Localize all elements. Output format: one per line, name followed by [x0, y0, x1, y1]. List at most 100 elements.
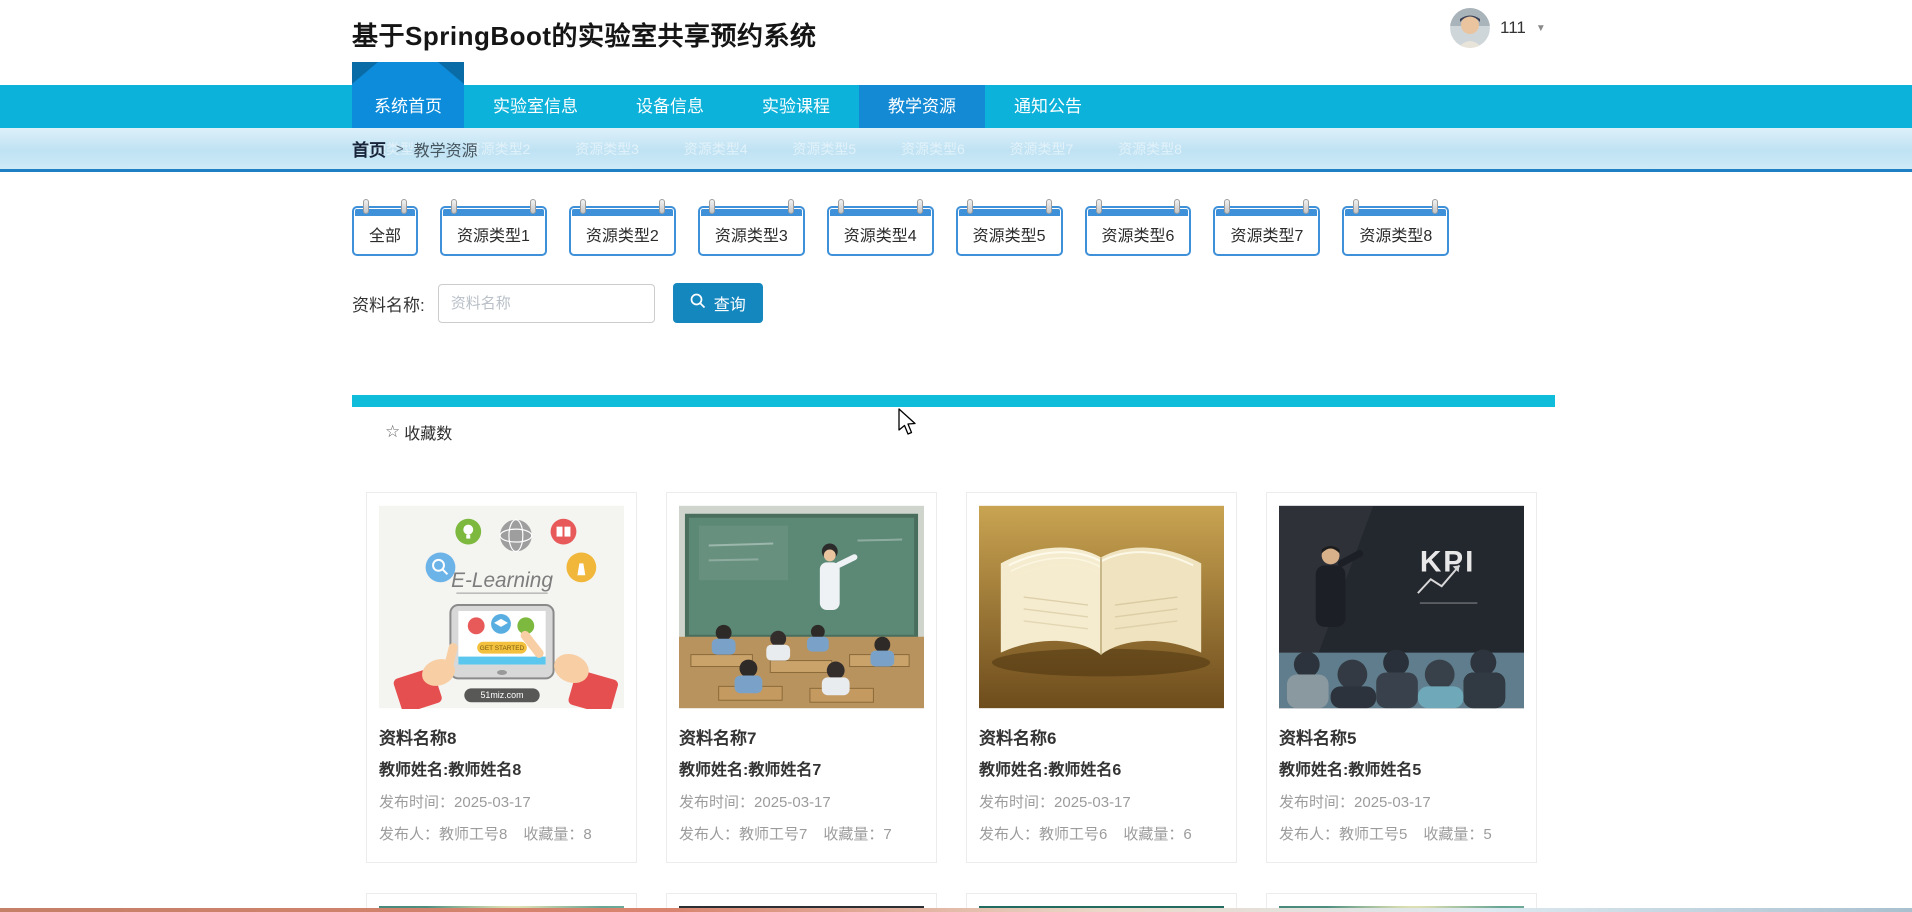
filter-button-type4[interactable]: 资源类型4 — [826, 199, 934, 256]
publisher-value: 教师工号7 — [739, 826, 808, 843]
card-teacher: 教师姓名:教师姓名5 — [1279, 762, 1422, 779]
card-teacher: 教师姓名:教师姓名8 — [379, 762, 522, 779]
card-publisher-row: 发布人：教师工号7 收藏量：7 — [679, 823, 924, 844]
filter-label: 资源类型6 — [1101, 228, 1175, 245]
publisher-label: 发布人： — [679, 826, 740, 843]
ghost-tab: 资源类型6 — [900, 140, 965, 157]
ghost-tab-strip: 资源类型1 资源类型2 资源类型3 资源类型4 资源类型5 资源类型6 资源类型… — [358, 128, 1182, 169]
publish-time-value: 2025-03-17 — [754, 794, 831, 811]
elearning-watermark: 51miz.com — [480, 690, 523, 700]
nav-tab-announcements[interactable]: 通知公告 — [985, 85, 1111, 128]
card-title: 资料名称6 — [979, 729, 1057, 748]
avatar[interactable] — [1450, 8, 1490, 48]
filter-label: 资源类型4 — [843, 228, 917, 245]
resource-card[interactable]: 资料名称6 教师姓名:教师姓名6 发布时间：2025-03-17 发布人：教师工… — [966, 492, 1237, 863]
pin-icon — [1174, 199, 1181, 214]
nav-tab-teaching-resources[interactable]: 教学资源 — [859, 85, 985, 128]
publish-time-label: 发布时间： — [379, 794, 455, 811]
pin-icon — [916, 199, 923, 214]
header: 基于SpringBoot的实验室共享预约系统 111 ▼ — [0, 0, 1912, 85]
publisher-value: 教师工号6 — [1039, 826, 1108, 843]
bottom-edge-strip — [0, 908, 1912, 912]
pin-icon — [1095, 199, 1102, 214]
query-button[interactable]: 查询 — [672, 283, 763, 323]
pin-icon — [1224, 199, 1231, 214]
pin-icon — [1353, 199, 1360, 214]
user-menu[interactable]: 111 ▼ — [1450, 8, 1546, 48]
resource-card-grid: E-Learning GET STARTED 51miz.com 资料名称8 教… — [366, 492, 1537, 912]
filter-button-type7[interactable]: 资源类型7 — [1213, 199, 1321, 256]
nav-tab-label: 系统首页 — [374, 97, 442, 116]
card-teacher: 教师姓名:教师姓名6 — [979, 762, 1122, 779]
elearning-caption: E-Learning — [451, 569, 553, 592]
breadcrumb: 首页 > 教学资源 — [352, 128, 478, 169]
search-icon — [690, 293, 706, 314]
card-image-kpi: KPI — [1279, 505, 1524, 709]
resource-card[interactable]: E-Learning GET STARTED 51miz.com 资料名称8 教… — [366, 492, 637, 863]
card-title: 资料名称7 — [679, 729, 757, 748]
breadcrumb-home-link[interactable]: 首页 — [352, 136, 386, 161]
card-title: 资料名称8 — [379, 729, 457, 748]
ghost-tab: 资源类型4 — [683, 140, 748, 157]
pin-icon — [529, 199, 536, 214]
publish-time-value: 2025-03-17 — [1054, 794, 1131, 811]
filter-button-type3[interactable]: 资源类型3 — [697, 199, 805, 256]
filter-label: 资源类型5 — [972, 228, 1046, 245]
filter-button-type6[interactable]: 资源类型6 — [1084, 199, 1192, 256]
card-image-elearning: E-Learning GET STARTED 51miz.com — [379, 505, 624, 709]
pin-icon — [1303, 199, 1310, 214]
resource-card[interactable]: KPI 资料名称5 教师姓名:教师姓名5 发布时间：2025-03-17 发布人… — [1266, 492, 1537, 863]
publisher-value: 教师工号5 — [1339, 826, 1408, 843]
search-input[interactable] — [437, 283, 655, 323]
teal-divider-bar — [352, 395, 1555, 407]
star-icon: ☆ — [385, 422, 401, 441]
pin-icon — [363, 199, 369, 214]
card-image-classroom — [679, 505, 924, 709]
publish-time-label: 发布时间： — [1279, 794, 1355, 811]
filter-label: 全部 — [369, 228, 402, 245]
breadcrumb-separator: > — [396, 141, 404, 156]
kpi-board-text: KPI — [1420, 545, 1476, 578]
card-publisher-row: 发布人：教师工号5 收藏量：5 — [1279, 823, 1524, 844]
breadcrumb-band: 资源类型1 资源类型2 资源类型3 资源类型4 资源类型5 资源类型6 资源类型… — [0, 128, 1912, 172]
pin-icon — [787, 199, 794, 214]
pin-icon — [451, 199, 458, 214]
filter-button-type2[interactable]: 资源类型2 — [568, 199, 676, 256]
card-image-book — [979, 505, 1224, 709]
pin-icon — [1432, 199, 1439, 214]
query-button-label: 查询 — [713, 297, 746, 314]
filter-label: 资源类型7 — [1230, 228, 1304, 245]
nav-tab-courses[interactable]: 实验课程 — [733, 85, 859, 128]
filter-button-type8[interactable]: 资源类型8 — [1342, 199, 1450, 256]
resource-card[interactable]: 资料名称7 教师姓名:教师姓名7 发布时间：2025-03-17 发布人：教师工… — [666, 492, 937, 863]
publisher-label: 发布人： — [979, 826, 1040, 843]
pin-icon — [837, 199, 844, 214]
sort-by-favorites[interactable]: ☆ 收藏数 — [385, 420, 452, 444]
filter-button-all[interactable]: 全部 — [352, 199, 419, 256]
favorites-value: 5 — [1483, 826, 1492, 843]
filter-label: 资源类型8 — [1359, 228, 1433, 245]
pin-icon — [579, 199, 586, 214]
nav-tab-lab-info[interactable]: 实验室信息 — [464, 85, 607, 128]
publisher-value: 教师工号8 — [439, 826, 508, 843]
card-publish-time: 发布时间：2025-03-17 — [979, 791, 1224, 812]
nav-tabs: 系统首页 实验室信息 设备信息 实验课程 教学资源 通知公告 — [352, 62, 1111, 128]
card-teacher: 教师姓名:教师姓名7 — [679, 762, 822, 779]
favorites-label: 收藏量： — [1423, 826, 1484, 843]
search-label: 资料名称: — [352, 295, 425, 315]
card-publisher-row: 发布人：教师工号8 收藏量：8 — [379, 823, 624, 844]
card-publish-time: 发布时间：2025-03-17 — [379, 791, 624, 812]
nav-tab-home[interactable]: 系统首页 — [352, 62, 464, 128]
publish-time-label: 发布时间： — [979, 794, 1055, 811]
filter-label: 资源类型2 — [585, 228, 659, 245]
search-bar: 资料名称: 查询 — [352, 283, 763, 323]
card-title: 资料名称5 — [1279, 729, 1357, 748]
publish-time-value: 2025-03-17 — [454, 794, 531, 811]
filter-button-type5[interactable]: 资源类型5 — [955, 199, 1063, 256]
filter-button-type1[interactable]: 资源类型1 — [440, 199, 547, 256]
nav-tab-device-info[interactable]: 设备信息 — [607, 85, 733, 128]
elearning-start-button: GET STARTED — [480, 645, 525, 652]
mouse-cursor — [897, 408, 917, 441]
breadcrumb-current: 教学资源 — [413, 142, 478, 160]
favorites-label: 收藏量： — [823, 826, 884, 843]
